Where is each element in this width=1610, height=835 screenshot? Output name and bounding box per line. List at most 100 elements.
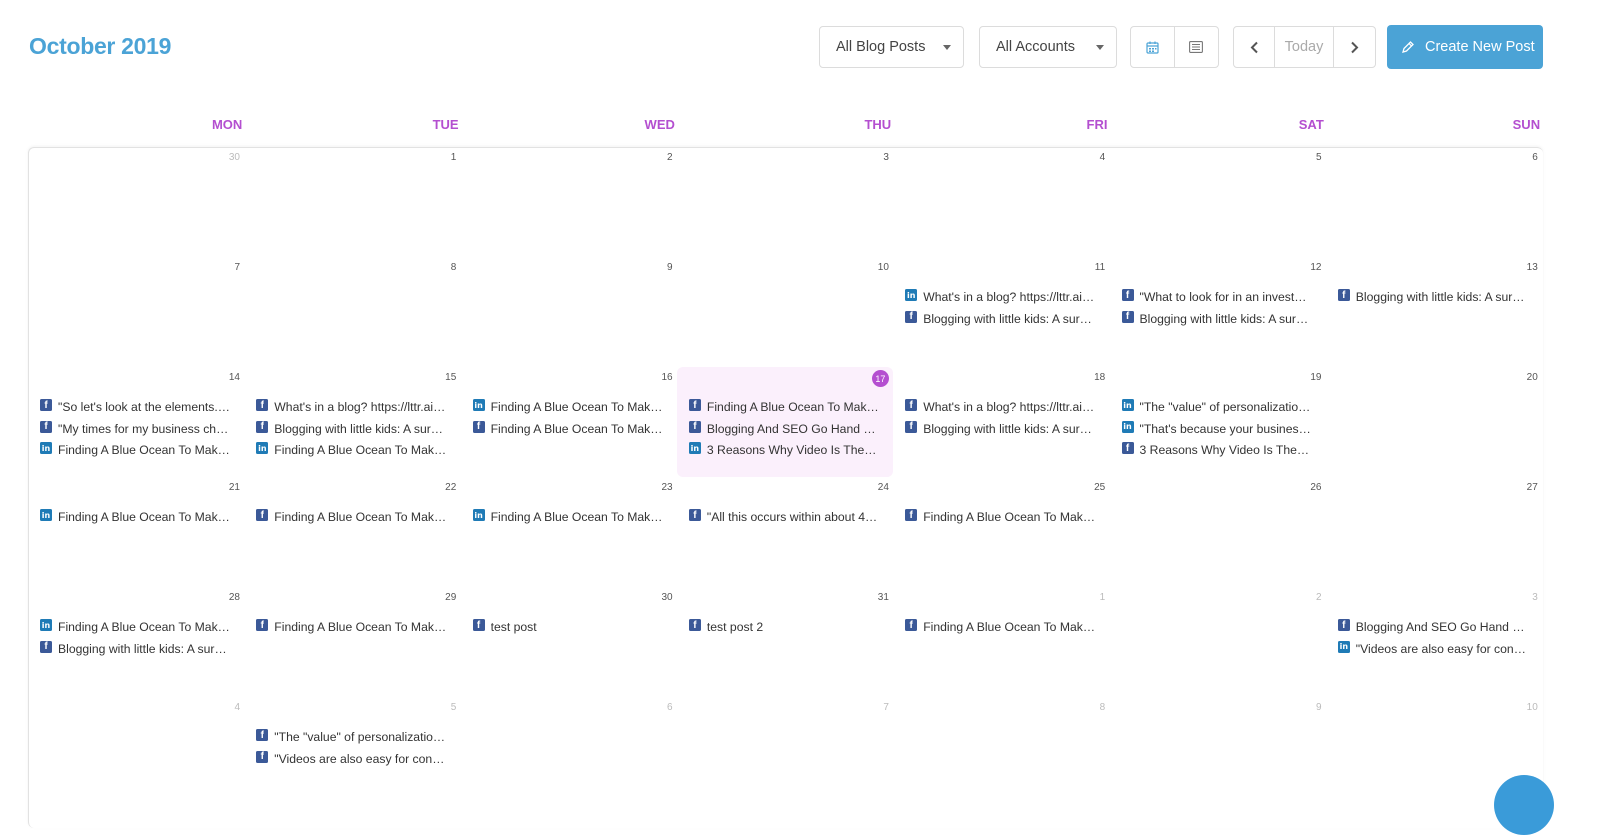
calendar-day[interactable]: 4 xyxy=(893,147,1109,257)
calendar-day[interactable]: 27 xyxy=(1326,477,1542,587)
calendar-day[interactable]: 26 xyxy=(1110,477,1326,587)
scheduled-post[interactable]: f Finding A Blue Ocean To Mak… xyxy=(256,508,446,526)
scheduled-post[interactable]: f "So let's look at the elements.… xyxy=(40,398,230,416)
scheduled-post[interactable]: in "That's because your business… xyxy=(1121,420,1312,438)
previous-month-button[interactable] xyxy=(1234,27,1276,67)
scheduled-post[interactable]: in Finding A Blue Ocean To Mak… xyxy=(40,618,230,636)
day-number: 15 xyxy=(445,372,457,383)
calendar-day[interactable]: 19 in "The "value" of personalizatio… in "Th… xyxy=(1110,367,1326,477)
next-month-button[interactable] xyxy=(1334,27,1375,67)
calendar-day[interactable]: 18 f What's in a blog? https://lttr.ai… f Bl… xyxy=(893,367,1109,477)
post-title: Finding A Blue Ocean To Mak… xyxy=(706,400,879,414)
facebook-icon: f xyxy=(40,420,52,433)
day-number: 14 xyxy=(228,372,240,383)
scheduled-post[interactable]: in Finding A Blue Ocean To Mak… xyxy=(472,398,663,416)
scheduled-post[interactable]: f Finding A Blue Ocean To Mak… xyxy=(256,618,446,636)
calendar-day[interactable]: 9 xyxy=(1110,697,1326,807)
scheduled-post[interactable]: f Blogging with little kids: A sur… xyxy=(1121,310,1312,328)
calendar-day[interactable]: 9 xyxy=(461,257,677,367)
accounts-filter[interactable]: All Accounts xyxy=(979,26,1117,68)
list-view-button[interactable] xyxy=(1175,27,1219,67)
scheduled-post[interactable]: in "The "value" of personalizatio… xyxy=(1121,398,1312,416)
caret-down-icon xyxy=(943,45,951,50)
calendar-day[interactable]: 10 xyxy=(677,257,893,367)
calendar-day[interactable]: 31 f test post 2 xyxy=(677,587,893,697)
linkedin-icon: in xyxy=(40,509,52,521)
scheduled-post[interactable]: f Finding A Blue Ocean To Mak… xyxy=(905,508,1095,526)
calendar-day[interactable]: 5 xyxy=(1110,147,1326,257)
scheduled-post[interactable]: f "Videos are also easy for cons… xyxy=(256,750,446,768)
scheduled-post[interactable]: f Blogging with little kids: A sur… xyxy=(905,420,1095,438)
scheduled-post[interactable]: f Blogging And SEO Go Hand I… xyxy=(688,420,879,438)
blog-posts-filter[interactable]: All Blog Posts xyxy=(819,26,964,68)
scheduled-post[interactable]: f "What to look for in an invest… xyxy=(1121,288,1312,306)
scheduled-post[interactable]: in Finding A Blue Ocean To Mak… xyxy=(40,441,230,459)
calendar-day[interactable]: 30 xyxy=(28,147,244,257)
calendar-day[interactable]: 1 f Finding A Blue Ocean To Mak… xyxy=(893,587,1109,697)
calendar-day[interactable]: 5 f "The "value" of personalizatio… f "Video… xyxy=(244,697,460,807)
scheduled-post[interactable]: in What's in a blog? https://lttr.ai… xyxy=(905,288,1095,306)
scheduled-post[interactable]: f What's in a blog? https://lttr.ai… xyxy=(256,398,446,416)
calendar-day[interactable]: 11 in What's in a blog? https://lttr.ai… f B… xyxy=(893,257,1109,367)
calendar-day[interactable]: 28 in Finding A Blue Ocean To Mak… f Bloggin… xyxy=(28,587,244,697)
scheduled-post[interactable]: f Blogging with little kids: A sur… xyxy=(1337,288,1528,306)
scheduled-post[interactable]: f Blogging with little kids: A sur… xyxy=(905,310,1095,328)
scheduled-post[interactable]: f "The "value" of personalizatio… xyxy=(256,728,446,746)
day-number: 3 xyxy=(883,152,889,163)
scheduled-post[interactable]: f Finding A Blue Ocean To Mak… xyxy=(472,420,663,438)
scheduled-post[interactable]: in Finding A Blue Ocean To Mak… xyxy=(256,441,446,459)
calendar-day[interactable]: 24 f "All this occurs within about 4… xyxy=(677,477,893,587)
calendar-day[interactable]: 6 xyxy=(461,697,677,807)
calendar-day[interactable]: 13 f Blogging with little kids: A sur… xyxy=(1326,257,1542,367)
calendar-day[interactable]: 7 xyxy=(677,697,893,807)
calendar-day[interactable]: 2 xyxy=(1110,587,1326,697)
facebook-icon: f xyxy=(688,399,701,411)
scheduled-post[interactable]: f What's in a blog? https://lttr.ai… xyxy=(905,398,1095,416)
day-number: 6 xyxy=(1532,152,1538,163)
calendar-view-button[interactable] xyxy=(1131,27,1175,67)
calendar-day[interactable]: 3 xyxy=(677,147,893,257)
scheduled-post[interactable]: in Finding A Blue Ocean To Mak… xyxy=(472,508,663,526)
calendar-day[interactable]: 12 f "What to look for in an invest… f Blogg… xyxy=(1110,257,1326,367)
calendar-day[interactable]: 20 xyxy=(1326,367,1542,477)
calendar-day[interactable]: 3 f Blogging And SEO Go Hand I… in "Videos a… xyxy=(1326,587,1542,697)
calendar-day[interactable]: 1 xyxy=(244,147,460,257)
day-number: 23 xyxy=(661,482,673,493)
scheduled-post[interactable]: f "My times for my business cha… xyxy=(40,420,230,438)
calendar-day[interactable]: 4 xyxy=(28,697,244,807)
calendar-day[interactable]: 16 in Finding A Blue Ocean To Mak… f Finding… xyxy=(461,367,677,477)
facebook-icon: f xyxy=(472,619,485,631)
calendar-day[interactable]: 25 f Finding A Blue Ocean To Mak… xyxy=(893,477,1109,587)
calendar-day[interactable]: 30 f test post xyxy=(461,587,677,697)
calendar-day[interactable]: 29 f Finding A Blue Ocean To Mak… xyxy=(244,587,460,697)
scheduled-post[interactable]: f 3 Reasons Why Video Is The F… xyxy=(1121,441,1312,459)
linkedin-icon: in xyxy=(40,442,52,454)
scheduled-post[interactable]: in Finding A Blue Ocean To Mak… xyxy=(40,508,230,526)
calendar-day[interactable]: 15 f What's in a blog? https://lttr.ai… f Bl… xyxy=(244,367,460,477)
scheduled-post[interactable]: f Finding A Blue Ocean To Mak… xyxy=(905,618,1095,636)
calendar-day[interactable]: 2 xyxy=(461,147,677,257)
calendar-day[interactable]: 17 f Finding A Blue Ocean To Mak… f Blogging… xyxy=(676,367,893,477)
scheduled-post[interactable]: f Finding A Blue Ocean To Mak… xyxy=(688,398,879,416)
scheduled-post[interactable]: f Blogging with little kids: A sur… xyxy=(40,640,230,658)
calendar-day[interactable]: 21 in Finding A Blue Ocean To Mak… xyxy=(28,477,244,587)
facebook-icon: f xyxy=(472,420,485,433)
day-number: 9 xyxy=(1315,702,1322,713)
scheduled-post[interactable]: in 3 Reasons Why Video Is The F… xyxy=(688,441,879,459)
create-new-post-button[interactable]: Create New Post xyxy=(1387,25,1543,69)
calendar-day[interactable]: 6 xyxy=(1326,147,1542,257)
calendar-day[interactable]: 14 f "So let's look at the elements.… f "My … xyxy=(28,367,244,477)
calendar-day[interactable]: 23 in Finding A Blue Ocean To Mak… xyxy=(461,477,677,587)
calendar-day[interactable]: 22 f Finding A Blue Ocean To Mak… xyxy=(244,477,460,587)
scheduled-post[interactable]: f test post 2 xyxy=(688,618,879,636)
scheduled-post[interactable]: f "All this occurs within about 4… xyxy=(688,508,879,526)
scheduled-post[interactable]: f Blogging And SEO Go Hand I… xyxy=(1337,618,1528,636)
scheduled-post[interactable]: in "Videos are also easy for cons… xyxy=(1337,640,1528,658)
calendar-day[interactable]: 8 xyxy=(893,697,1109,807)
scheduled-post[interactable]: f Blogging with little kids: A sur… xyxy=(256,420,446,438)
calendar-day[interactable]: 7 xyxy=(28,257,244,367)
today-button[interactable]: Today xyxy=(1275,27,1334,67)
calendar-day[interactable]: 8 xyxy=(244,257,460,367)
scheduled-post[interactable]: f test post xyxy=(472,618,663,636)
help-chat-button[interactable] xyxy=(1494,775,1554,835)
